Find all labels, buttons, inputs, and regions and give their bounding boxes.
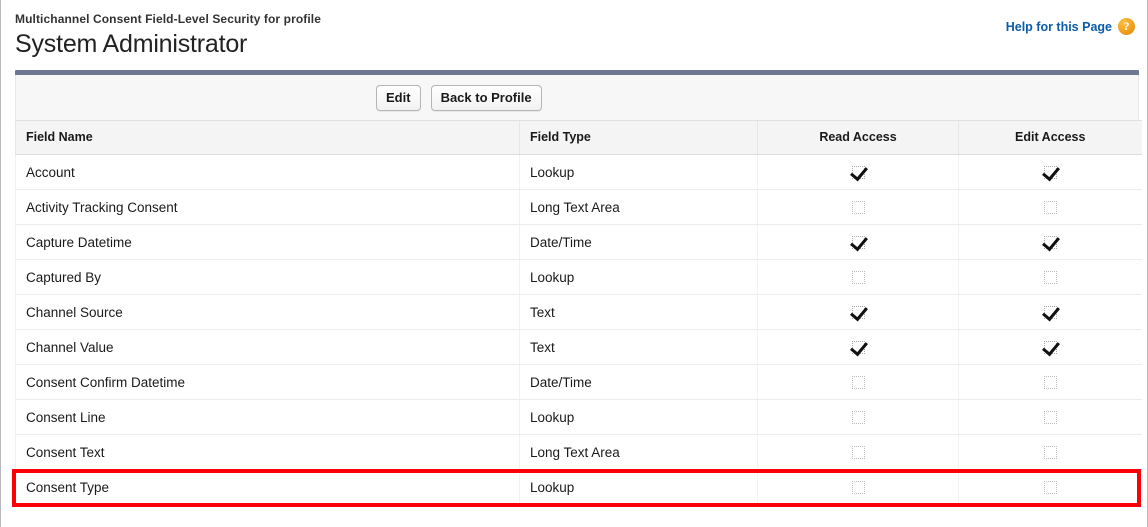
checkbox-edit-access-unchecked[interactable] — [1043, 376, 1057, 390]
cell-field-type: Lookup — [519, 399, 758, 435]
checkbox-read-access-unchecked[interactable] — [851, 446, 865, 460]
cell-read-access — [757, 399, 959, 435]
cell-field-name: Consent Type — [15, 469, 520, 505]
cell-edit-access — [958, 434, 1142, 470]
edit-button[interactable]: Edit — [376, 84, 421, 111]
cell-field-type: Lookup — [519, 469, 758, 505]
table-row: Capture Datetime Date/Time — [15, 224, 1142, 260]
checkbox-edit-access-checked[interactable] — [1043, 341, 1057, 355]
table-row: Consent Type Lookup — [15, 469, 1142, 505]
cell-read-access — [757, 469, 959, 505]
cell-field-type: Date/Time — [519, 224, 758, 260]
page-title: System Administrator — [15, 30, 248, 58]
cell-edit-access — [958, 189, 1142, 225]
checkbox-edit-access-unchecked[interactable] — [1043, 446, 1057, 460]
checkbox-edit-access-checked[interactable] — [1043, 166, 1057, 180]
checkbox-read-access-checked[interactable] — [851, 236, 865, 250]
help-question-icon[interactable]: ? — [1118, 18, 1135, 35]
cell-field-name: Account — [15, 154, 520, 190]
cell-field-name: Captured By — [15, 259, 520, 295]
cell-read-access — [757, 259, 959, 295]
cell-edit-access — [958, 329, 1142, 365]
cell-field-name: Consent Line — [15, 399, 520, 435]
field-level-security-table-wrap: Field Name Field Type Read Access Edit A… — [15, 120, 1142, 505]
table-row: Channel Source Text — [15, 294, 1142, 330]
checkbox-read-access-checked[interactable] — [851, 306, 865, 320]
checkbox-read-access-unchecked[interactable] — [851, 201, 865, 215]
cell-field-type: Text — [519, 294, 758, 330]
table-row: Consent Text Long Text Area — [15, 434, 1142, 470]
checkbox-read-access-unchecked[interactable] — [851, 376, 865, 390]
cell-read-access — [757, 189, 959, 225]
cell-edit-access — [958, 224, 1142, 260]
cell-edit-access — [958, 259, 1142, 295]
cell-field-name: Consent Confirm Datetime — [15, 364, 520, 400]
cell-read-access — [757, 154, 959, 190]
column-header-field-type[interactable]: Field Type — [519, 120, 758, 155]
checkbox-edit-access-unchecked[interactable] — [1043, 201, 1057, 215]
checkbox-read-access-checked[interactable] — [851, 341, 865, 355]
table-body: Account Lookup Activity Tracking Consent Lo… — [15, 154, 1142, 505]
help-for-this-page[interactable]: Help for this Page ? — [1006, 18, 1135, 35]
page-root: Multichannel Consent Field-Level Securit… — [0, 0, 1148, 527]
table-row: Activity Tracking Consent Long Text Area — [15, 189, 1142, 225]
checkbox-read-access-unchecked[interactable] — [851, 411, 865, 425]
back-to-profile-button[interactable]: Back to Profile — [430, 84, 542, 111]
column-header-field-name[interactable]: Field Name — [15, 120, 520, 155]
cell-edit-access — [958, 469, 1142, 505]
cell-read-access — [757, 364, 959, 400]
cell-edit-access — [958, 294, 1142, 330]
cell-field-name: Capture Datetime — [15, 224, 520, 260]
table-toolbar: Edit Back to Profile — [15, 75, 1139, 120]
cell-edit-access — [958, 364, 1142, 400]
cell-field-type: Lookup — [519, 259, 758, 295]
table-row: Consent Confirm Datetime Date/Time — [15, 364, 1142, 400]
cell-field-name: Activity Tracking Consent — [15, 189, 520, 225]
cell-read-access — [757, 294, 959, 330]
help-for-this-page-link[interactable]: Help for this Page — [1006, 20, 1112, 34]
table-row: Account Lookup — [15, 154, 1142, 190]
table-row: Channel Value Text — [15, 329, 1142, 365]
cell-read-access — [757, 329, 959, 365]
cell-field-name: Channel Value — [15, 329, 520, 365]
checkbox-read-access-unchecked[interactable] — [851, 271, 865, 285]
cell-read-access — [757, 434, 959, 470]
checkbox-edit-access-unchecked[interactable] — [1043, 411, 1057, 425]
cell-field-type: Text — [519, 329, 758, 365]
checkbox-edit-access-unchecked[interactable] — [1043, 481, 1057, 495]
cell-field-type: Long Text Area — [519, 189, 758, 225]
column-header-read-access[interactable]: Read Access — [757, 120, 959, 155]
page-eyebrow-title: Multichannel Consent Field-Level Securit… — [15, 12, 322, 26]
table-row: Captured By Lookup — [15, 259, 1142, 295]
checkbox-read-access-unchecked[interactable] — [851, 481, 865, 495]
table-row: Consent Line Lookup — [15, 399, 1142, 435]
cell-field-type: Date/Time — [519, 364, 758, 400]
cell-field-type: Lookup — [519, 154, 758, 190]
cell-edit-access — [958, 399, 1142, 435]
checkbox-edit-access-unchecked[interactable] — [1043, 271, 1057, 285]
table-header: Field Name Field Type Read Access Edit A… — [15, 120, 1142, 155]
cell-field-name: Consent Text — [15, 434, 520, 470]
cell-edit-access — [958, 154, 1142, 190]
table-header-row: Field Name Field Type Read Access Edit A… — [15, 120, 1142, 155]
checkbox-edit-access-checked[interactable] — [1043, 236, 1057, 250]
page-header: Multichannel Consent Field-Level Securit… — [1, 0, 1147, 70]
field-level-security-table: Field Name Field Type Read Access Edit A… — [15, 120, 1142, 505]
cell-field-type: Long Text Area — [519, 434, 758, 470]
cell-read-access — [757, 224, 959, 260]
checkbox-edit-access-checked[interactable] — [1043, 306, 1057, 320]
checkbox-read-access-checked[interactable] — [851, 166, 865, 180]
column-header-edit-access[interactable]: Edit Access — [958, 120, 1142, 155]
cell-field-name: Channel Source — [15, 294, 520, 330]
